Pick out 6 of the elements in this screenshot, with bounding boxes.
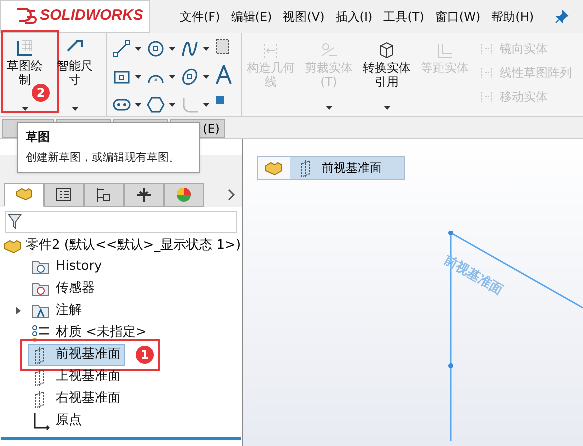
step-badge: 1 xyxy=(135,344,155,364)
tooltip-text: 创建新草图，或编辑现有草图。 xyxy=(26,150,180,166)
plane-label: 前视基准面 xyxy=(440,252,506,300)
step-badge: 2 xyxy=(31,83,51,103)
logo: SOLIDWORKS xyxy=(0,0,150,33)
tooltip-title: 草图 xyxy=(26,129,50,146)
